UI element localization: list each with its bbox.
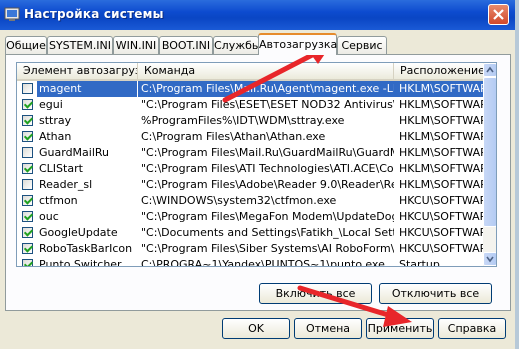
window-title: Настройка системы xyxy=(24,7,164,21)
cell-command: "C:\Program Files\ATI Technologies\ATI.A… xyxy=(141,162,394,175)
row-checkbox[interactable] xyxy=(22,211,33,222)
row-checkbox[interactable] xyxy=(22,99,33,110)
column-header-item[interactable]: Элемент автозагрузки xyxy=(17,63,138,79)
cell-location: HKCU\SOFTWARE xyxy=(399,194,483,207)
cell-command: "C:\Documents and Settings\Fatikh_\Local… xyxy=(141,226,394,239)
table-row[interactable]: magent C:\Program Files\Mail.Ru\Agent\mag… xyxy=(17,81,483,97)
close-button[interactable] xyxy=(488,4,509,25)
cell-location: HKCU\SOFTWARE xyxy=(399,226,483,239)
row-checkbox[interactable] xyxy=(22,259,33,266)
table-row[interactable]: ctfmon C:\WINDOWS\system32\ctfmon.exe HKCU… xyxy=(17,193,483,209)
cell-item: CLIStart xyxy=(39,162,83,175)
row-checkbox[interactable] xyxy=(22,147,33,158)
row-checkbox[interactable] xyxy=(22,243,33,254)
title-bar[interactable]: Настройка системы xyxy=(0,0,515,30)
table-row[interactable]: CLIStart "C:\Program Files\ATI Technologi… xyxy=(17,161,483,177)
ok-button[interactable]: OK xyxy=(222,318,290,339)
cell-location: HKLM\SOFTWARE xyxy=(399,98,483,111)
cell-location: HKLM\SOFTWARE xyxy=(399,162,483,175)
system-configuration-window: Настройка системы Общие SYSTEM.INI WIN.I… xyxy=(0,0,519,349)
tab-tools[interactable]: Сервис xyxy=(337,36,387,54)
enable-all-button[interactable]: Включить все xyxy=(259,283,372,304)
table-row[interactable]: Punto Switcher C:\PROGRA~1\Yandex\PUNTOS~… xyxy=(17,257,483,267)
table-row[interactable]: ouc "C:\Program Files\MegaFon Modem\Updat… xyxy=(17,209,483,225)
cell-command: C:\Program Files\Mail.Ru\Agent\magent.ex… xyxy=(138,81,394,97)
cell-item: ctfmon xyxy=(39,194,78,207)
table-row[interactable]: RoboTaskBarIcon "C:\Program Files\Siber S… xyxy=(17,241,483,257)
row-checkbox[interactable] xyxy=(22,227,33,238)
startup-items-list[interactable]: Элемент автозагрузки Команда Расположени… xyxy=(16,62,497,267)
tab-system-ini[interactable]: SYSTEM.INI xyxy=(47,36,113,54)
chevron-down-icon xyxy=(486,256,494,263)
cell-command: C:\Program Files\Athan\Athan.exe xyxy=(141,130,326,143)
tab-win-ini[interactable]: WIN.INI xyxy=(113,36,159,54)
cell-location: HKLM\SOFTWARE xyxy=(399,114,483,127)
cell-command: "C:\Program Files\MegaFon Modem\UpdateDo… xyxy=(141,210,394,223)
close-icon xyxy=(493,9,504,20)
cell-command: C:\PROGRA~1\Yandex\PUNTOS~1\punto.exe xyxy=(141,258,385,267)
cell-location: HKLM\SOFTWARE xyxy=(394,81,483,97)
row-checkbox[interactable] xyxy=(22,195,33,206)
cell-location: HKCU\SOFTWARE xyxy=(399,210,483,223)
tab-general[interactable]: Общие xyxy=(5,36,47,54)
row-checkbox[interactable] xyxy=(22,179,33,190)
row-checkbox[interactable] xyxy=(22,115,33,126)
tab-startup[interactable]: Автозагрузка xyxy=(258,33,337,55)
cell-item: RoboTaskBarIcon xyxy=(39,242,133,255)
tab-services[interactable]: Службы xyxy=(213,36,261,54)
cell-location: HKCU\SOFTWARE xyxy=(399,242,483,255)
row-checkbox[interactable] xyxy=(22,163,33,174)
row-checkbox[interactable] xyxy=(22,83,33,94)
cell-item: ouc xyxy=(39,210,59,223)
row-checkbox[interactable] xyxy=(22,131,33,142)
cancel-button[interactable]: Отмена xyxy=(294,318,362,339)
scroll-down-button[interactable] xyxy=(483,252,496,266)
cell-command: %ProgramFiles%\IDT\WDM\sttray.exe xyxy=(141,114,345,127)
column-header-location[interactable]: Расположение xyxy=(394,63,483,79)
scroll-thumb[interactable] xyxy=(483,77,496,227)
cell-command: "C:\Program Files\Siber Systems\AI RoboF… xyxy=(141,242,394,255)
disable-all-button[interactable]: Отключить все xyxy=(379,283,492,304)
cell-command: C:\WINDOWS\system32\ctfmon.exe xyxy=(141,194,337,207)
table-row[interactable]: GuardMailRu "C:\Program Files\Mail.Ru\Gua… xyxy=(17,145,483,161)
cell-item: GoogleUpdate xyxy=(39,226,118,239)
cell-item: magent xyxy=(37,81,137,97)
list-header: Элемент автозагрузки Команда Расположени… xyxy=(17,63,483,81)
cell-location: Startup xyxy=(399,258,440,267)
chevron-up-icon xyxy=(486,66,494,73)
table-row[interactable]: egui "C:\Program Files\ESET\ESET NOD32 An… xyxy=(17,97,483,113)
scroll-up-button[interactable] xyxy=(483,63,496,77)
table-row[interactable]: Athan C:\Program Files\Athan\Athan.exe HKL… xyxy=(17,129,483,145)
column-header-command[interactable]: Команда xyxy=(138,63,394,79)
cell-item: Athan xyxy=(39,130,72,143)
cell-location: HKLM\SOFTWARE xyxy=(399,146,483,159)
cell-item: egui xyxy=(39,98,63,111)
apply-button[interactable]: Применить xyxy=(366,318,434,339)
table-row[interactable]: GoogleUpdate "C:\Documents and Settings\F… xyxy=(17,225,483,241)
cell-command: "C:\Program Files\ESET\ESET NOD32 Antivi… xyxy=(141,98,394,111)
vertical-scrollbar[interactable] xyxy=(483,63,496,266)
tab-boot-ini[interactable]: BOOT.INI xyxy=(159,36,213,54)
table-row[interactable]: sttray %ProgramFiles%\IDT\WDM\sttray.exe H… xyxy=(17,113,483,129)
cell-item: Punto Switcher xyxy=(39,258,122,267)
cell-command: "C:\Program Files\Mail.Ru\GuardMailRu\Gu… xyxy=(141,146,394,159)
cell-item: GuardMailRu xyxy=(39,146,110,159)
table-row[interactable]: Reader_sl "C:\Program Files\Adobe\Reader … xyxy=(17,177,483,193)
cell-command: "C:\Program Files\Adobe\Reader 9.0\Reade… xyxy=(141,178,394,191)
cell-item: sttray xyxy=(39,114,72,127)
help-button[interactable]: Справка xyxy=(438,318,506,339)
cell-item: Reader_sl xyxy=(39,178,93,191)
cell-location: HKLM\SOFTWARE xyxy=(399,178,483,191)
app-icon xyxy=(4,7,20,21)
cell-location: HKLM\SOFTWARE xyxy=(399,130,483,143)
